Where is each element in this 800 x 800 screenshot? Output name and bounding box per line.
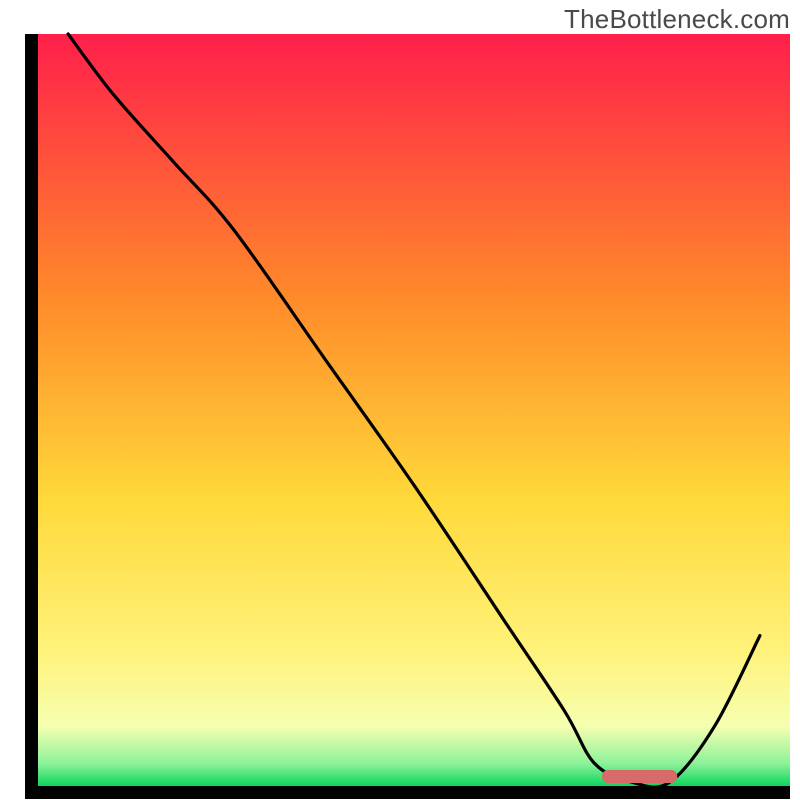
- optimal-marker: [602, 770, 677, 783]
- watermark-text: TheBottleneck.com: [564, 4, 790, 35]
- gradient-bg: [38, 34, 790, 786]
- plot-area: [25, 34, 790, 799]
- axis-left: [25, 34, 38, 799]
- chart-frame: TheBottleneck.com: [0, 0, 800, 800]
- chart-svg: [0, 0, 800, 800]
- axis-bottom: [25, 786, 790, 799]
